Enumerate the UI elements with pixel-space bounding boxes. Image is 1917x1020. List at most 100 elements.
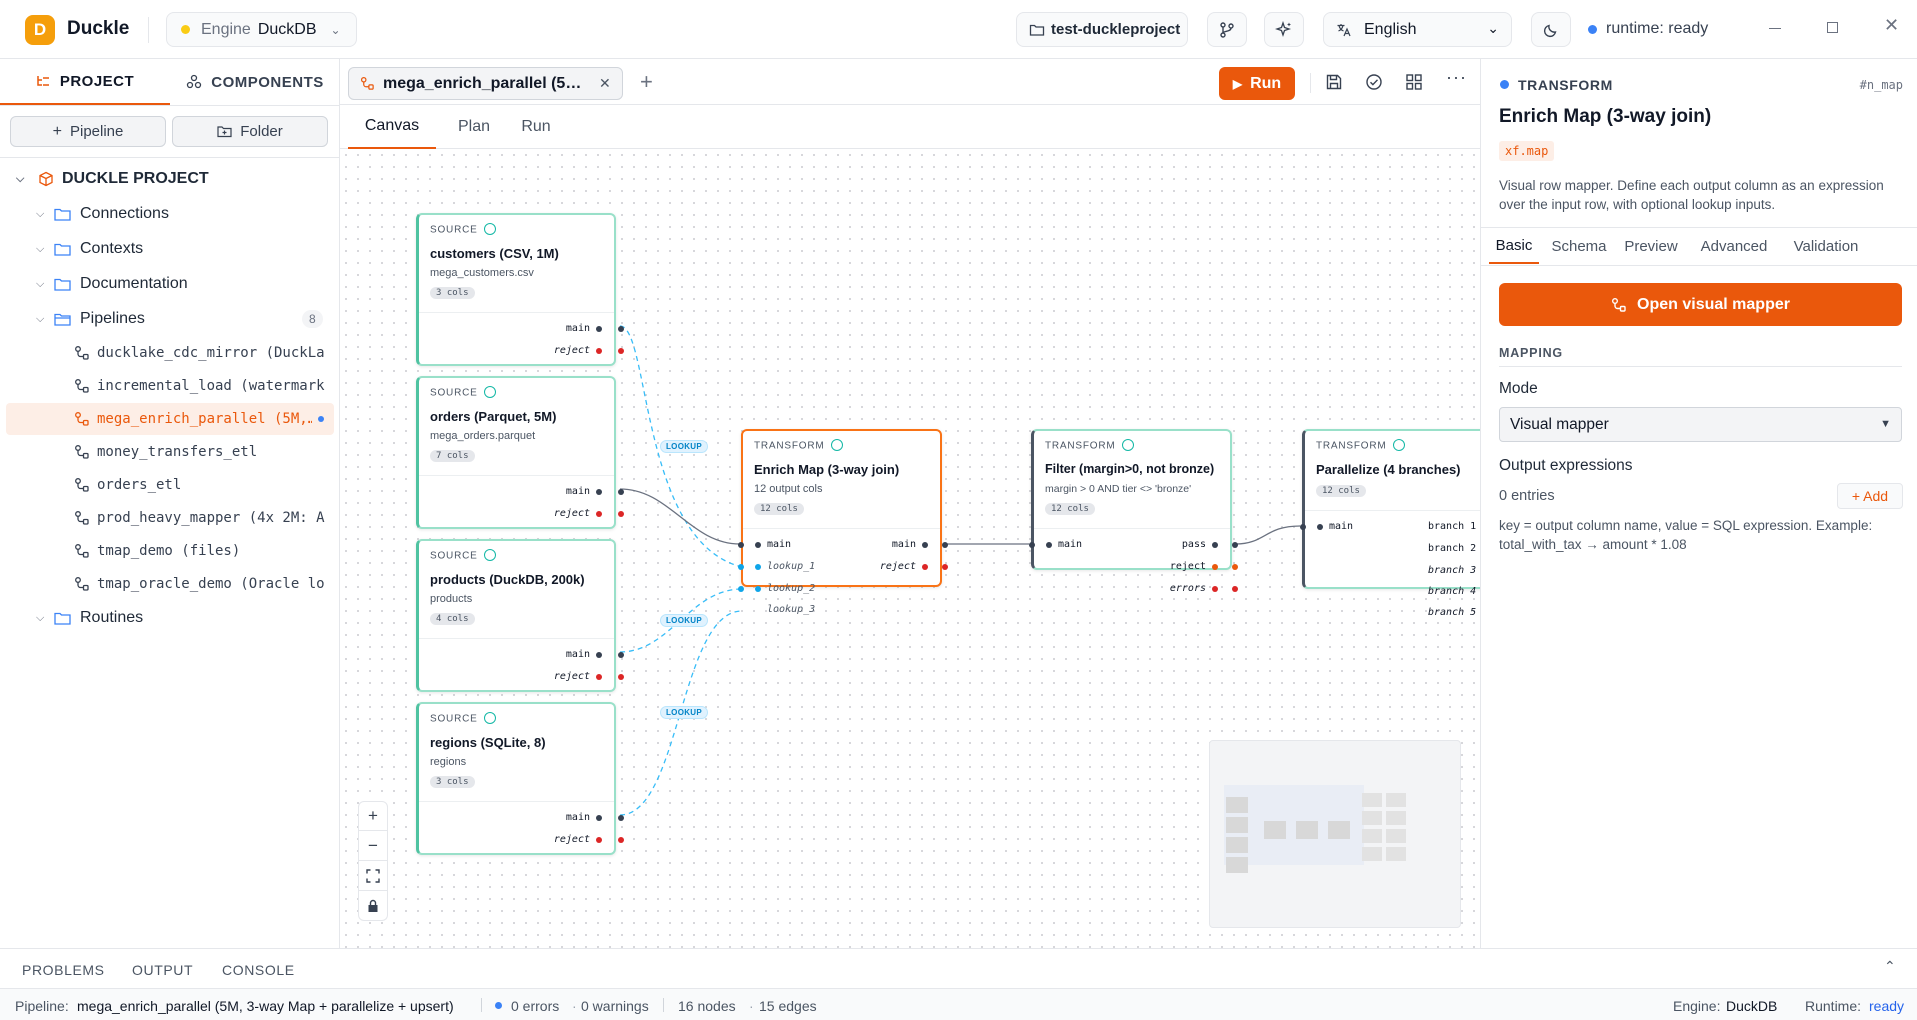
- port-in-main[interactable]: [1317, 524, 1323, 530]
- port-in-lookup[interactable]: [755, 586, 761, 592]
- subtab-plan[interactable]: Plan: [448, 105, 500, 149]
- tab-project[interactable]: PROJECT: [0, 59, 170, 105]
- minimize-icon[interactable]: [1769, 28, 1781, 29]
- port-reject[interactable]: [1212, 564, 1218, 570]
- port-main[interactable]: [596, 326, 602, 332]
- node-parallelize[interactable]: TRANSFORM Parallelize (4 branches) 12 co…: [1300, 429, 1480, 618]
- subtab-canvas[interactable]: Canvas: [348, 105, 436, 149]
- port-out-main[interactable]: [618, 489, 624, 495]
- port-reject[interactable]: [596, 837, 602, 843]
- status-errors[interactable]: 0 errors: [511, 998, 559, 1014]
- port-out-errors[interactable]: [1232, 586, 1238, 592]
- pipeline-item[interactable]: ducklake_cdc_mirror (DuckLa…: [0, 337, 340, 369]
- run-button[interactable]: ▶ Run: [1219, 67, 1295, 100]
- tab-output[interactable]: OUTPUT: [132, 962, 193, 978]
- inspector-tab-basic[interactable]: Basic: [1489, 228, 1539, 264]
- node-enrich-map[interactable]: TRANSFORM Enrich Map (3-way join) 12 out…: [738, 429, 948, 615]
- layout-icon[interactable]: [1405, 73, 1423, 91]
- pipeline-item[interactable]: tmap_demo (files): [0, 535, 340, 567]
- port-in-main[interactable]: [755, 542, 761, 548]
- inspector-tab-validation[interactable]: Validation: [1781, 228, 1871, 264]
- pipeline-item-active[interactable]: mega_enrich_parallel (5M,…: [6, 403, 334, 435]
- tree-root[interactable]: ⌵ DUCKLE PROJECT: [0, 163, 340, 195]
- fit-view-button[interactable]: [358, 861, 388, 891]
- port-edge-in[interactable]: [1029, 542, 1035, 548]
- tree-folder-connections[interactable]: ⌵ Connections: [0, 198, 340, 230]
- validate-icon[interactable]: [1365, 73, 1383, 91]
- port-out-reject[interactable]: [618, 674, 624, 680]
- lock-button[interactable]: [358, 891, 388, 921]
- zoom-out-button[interactable]: −: [358, 831, 388, 861]
- port-edge-in[interactable]: [738, 564, 744, 570]
- port-reject[interactable]: [922, 564, 928, 570]
- pipeline-item[interactable]: prod_heavy_mapper (4x 2M: A…: [0, 502, 340, 534]
- tab-console[interactable]: CONSOLE: [222, 962, 295, 978]
- port-out-reject[interactable]: [942, 564, 948, 570]
- mode-select[interactable]: Visual mapper ▼: [1499, 407, 1902, 442]
- pipeline-canvas[interactable]: LOOKUP LOOKUP LOOKUP SOURCE customers (C…: [340, 149, 1480, 948]
- pipeline-item[interactable]: tmap_oracle_demo (Oracle lo…: [0, 568, 340, 600]
- port-edge-in[interactable]: [738, 586, 744, 592]
- port-out-main[interactable]: [942, 542, 948, 548]
- language-selector[interactable]: English ⌄: [1323, 12, 1512, 47]
- tab-close-icon[interactable]: ✕: [599, 75, 611, 92]
- port-pass[interactable]: [1212, 542, 1218, 548]
- node-regions[interactable]: SOURCE regions (SQLite, 8) regions 3 col…: [416, 702, 624, 855]
- port-out-reject[interactable]: [618, 511, 624, 517]
- port-main[interactable]: [922, 542, 928, 548]
- tree-folder-contexts[interactable]: ⌵ Contexts: [0, 233, 340, 265]
- minimap[interactable]: [1209, 740, 1461, 928]
- tab-components[interactable]: COMPONENTS: [170, 59, 340, 105]
- git-branch-button[interactable]: [1207, 12, 1247, 47]
- port-out-reject[interactable]: [618, 837, 624, 843]
- node-orders[interactable]: SOURCE orders (Parquet, 5M) mega_orders.…: [416, 376, 624, 529]
- port-reject[interactable]: [596, 511, 602, 517]
- port-out-pass[interactable]: [1232, 542, 1238, 548]
- port-out-reject[interactable]: [618, 348, 624, 354]
- inspector-tab-advanced[interactable]: Advanced: [1691, 228, 1777, 264]
- add-expression-button[interactable]: + Add: [1837, 483, 1903, 509]
- port-main[interactable]: [596, 815, 602, 821]
- tab-problems[interactable]: PROBLEMS: [22, 962, 105, 978]
- port-out-main[interactable]: [618, 815, 624, 821]
- new-folder-button[interactable]: Folder: [172, 116, 328, 147]
- tree-folder-pipelines[interactable]: ⌵ Pipelines 8: [0, 303, 340, 335]
- node-customers[interactable]: SOURCE customers (CSV, 1M) mega_customer…: [416, 213, 624, 366]
- pipeline-item[interactable]: money_transfers_etl: [0, 436, 340, 468]
- port-out-reject[interactable]: [1232, 564, 1238, 570]
- node-filter[interactable]: TRANSFORM Filter (margin>0, not bronze) …: [1029, 429, 1238, 594]
- engine-selector[interactable]: Engine DuckDB ⌄: [166, 12, 357, 47]
- more-icon[interactable]: ···: [1446, 67, 1467, 88]
- port-reject[interactable]: [596, 674, 602, 680]
- open-visual-mapper-button[interactable]: Open visual mapper: [1499, 283, 1902, 326]
- port-out-main[interactable]: [618, 652, 624, 658]
- editor-tab-active[interactable]: mega_enrich_parallel (5… ✕: [348, 67, 623, 100]
- inspector-tab-preview[interactable]: Preview: [1616, 228, 1686, 264]
- chevron-up-icon[interactable]: ⌃: [1884, 958, 1896, 975]
- project-button[interactable]: test-duckleproject: [1016, 12, 1188, 47]
- zoom-in-button[interactable]: +: [358, 801, 388, 831]
- port-edge-in[interactable]: [1300, 524, 1306, 530]
- tree-folder-documentation[interactable]: ⌵ Documentation: [0, 268, 340, 300]
- port-errors[interactable]: [1212, 586, 1218, 592]
- close-icon[interactable]: ✕: [1884, 15, 1899, 36]
- port-main[interactable]: [596, 652, 602, 658]
- subtab-run[interactable]: Run: [510, 105, 562, 149]
- port-reject[interactable]: [596, 348, 602, 354]
- maximize-icon[interactable]: [1827, 22, 1838, 33]
- pipeline-item[interactable]: incremental_load (watermark…: [0, 370, 340, 402]
- port-main[interactable]: [596, 489, 602, 495]
- port-in-main[interactable]: [1046, 542, 1052, 548]
- new-pipeline-button[interactable]: + Pipeline: [10, 116, 166, 147]
- theme-toggle-button[interactable]: [1531, 12, 1571, 47]
- ai-assist-button[interactable]: [1264, 12, 1304, 47]
- new-tab-icon[interactable]: +: [640, 69, 653, 95]
- pipeline-item[interactable]: orders_etl: [0, 469, 340, 501]
- tree-folder-routines[interactable]: ⌵ Routines: [0, 602, 340, 634]
- inspector-tab-schema[interactable]: Schema: [1547, 228, 1611, 264]
- port-in-lookup[interactable]: [755, 564, 761, 570]
- save-icon[interactable]: [1325, 73, 1343, 91]
- port-edge-in[interactable]: [738, 542, 744, 548]
- port-out-main[interactable]: [618, 326, 624, 332]
- node-products[interactable]: SOURCE products (DuckDB, 200k) products …: [416, 539, 624, 692]
